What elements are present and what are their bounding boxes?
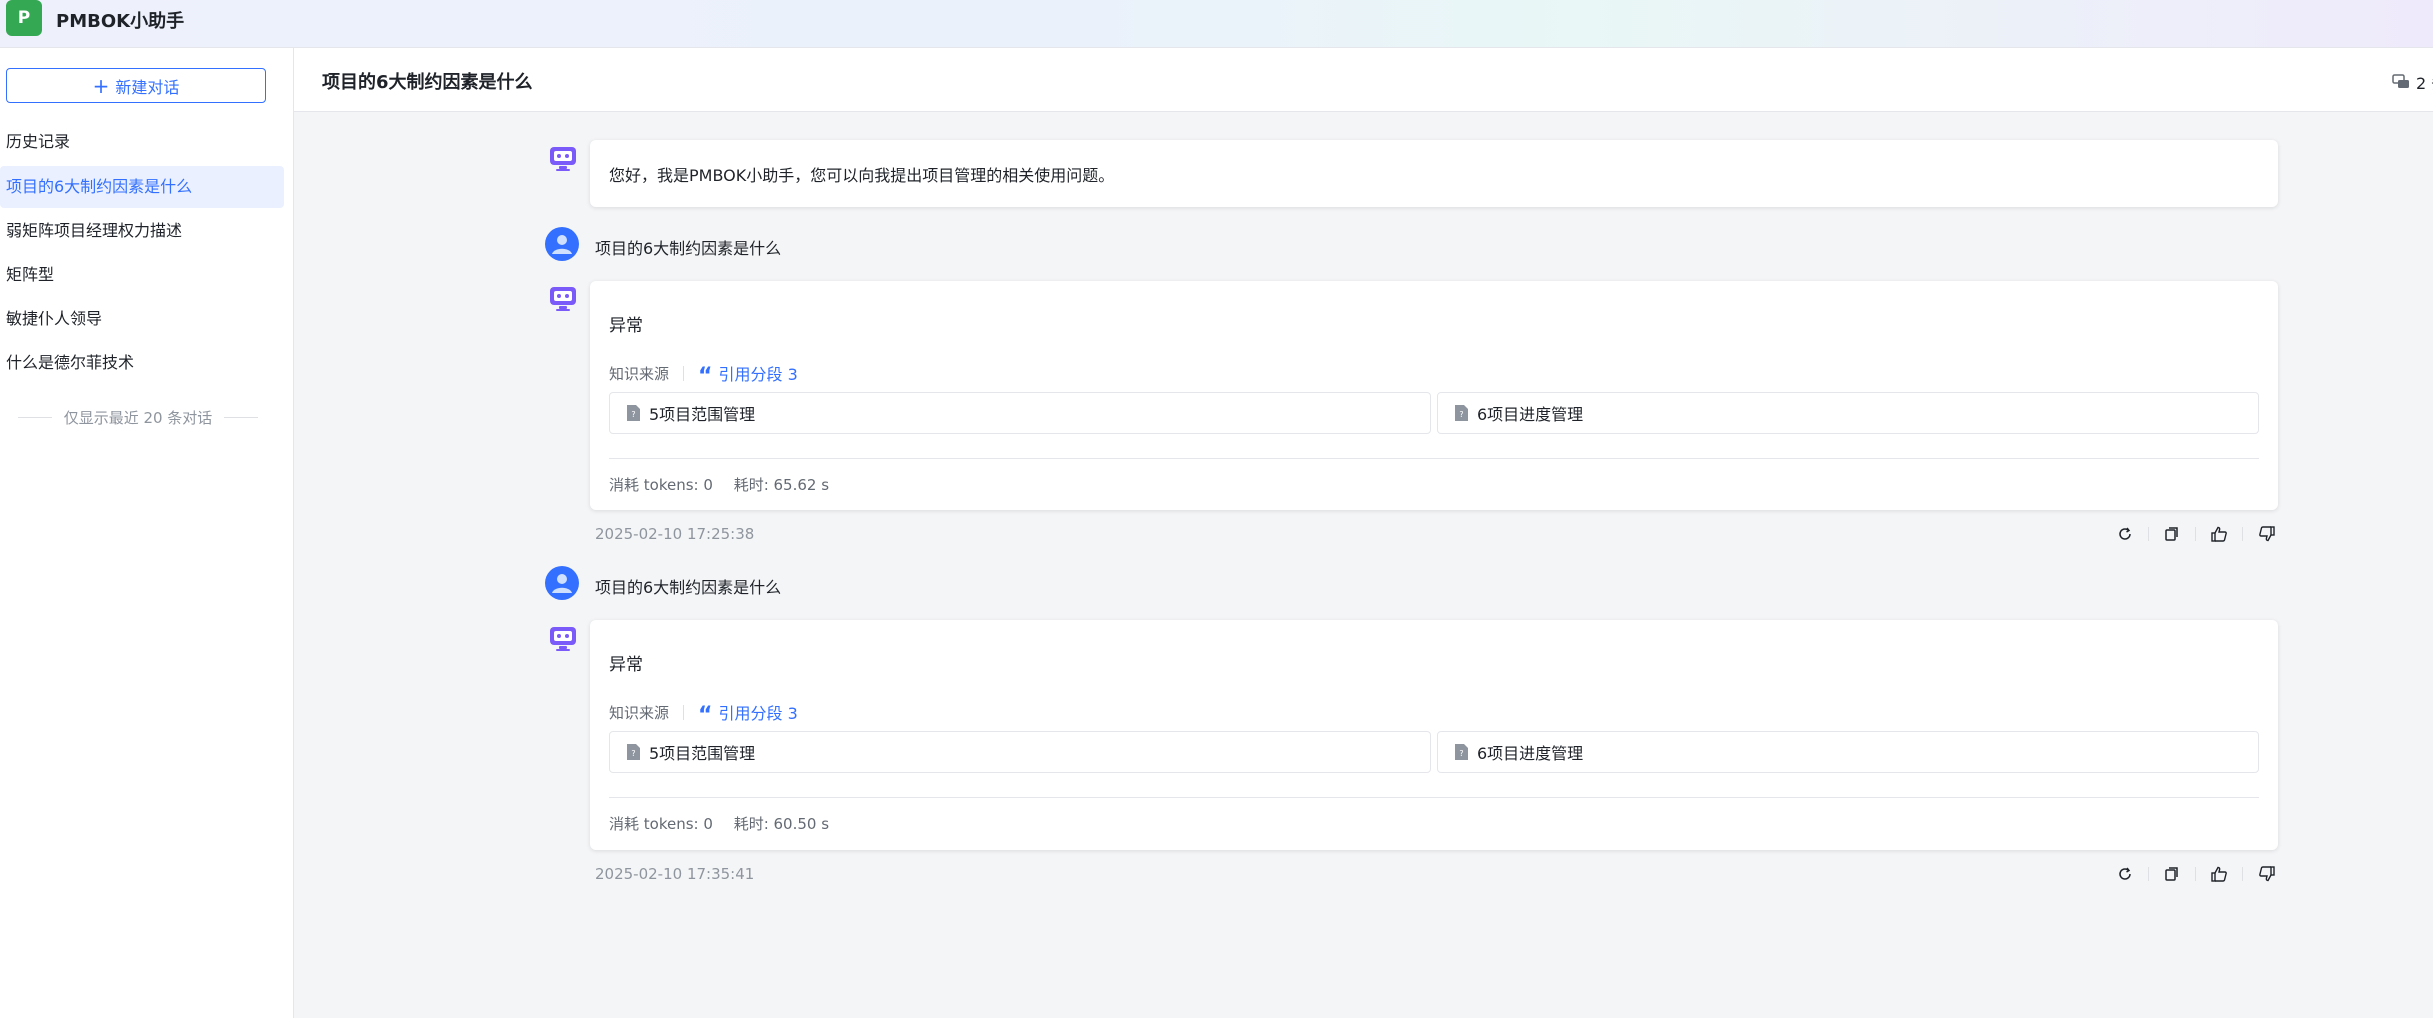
svg-text:?: ? (1459, 749, 1463, 758)
divider (609, 797, 2259, 798)
knowledge-source-row: 知识来源 “ 引用分段 3 (609, 361, 798, 389)
message-timestamp: 2025-02-10 17:35:41 (595, 865, 755, 883)
refresh-button[interactable] (2110, 862, 2140, 886)
dislike-button[interactable] (2251, 522, 2281, 546)
svg-text:?: ? (1459, 410, 1463, 419)
document-icon: ? (627, 744, 640, 760)
duration: 耗时: 65.62 s (733, 476, 830, 494)
history-list: 项目的6大制约因素是什么 弱矩阵项目经理权力描述 矩阵型 敏捷仆人领导 什么是德… (0, 166, 294, 386)
divider (2148, 527, 2149, 541)
token-count: 消耗 tokens: 0 (609, 476, 713, 494)
document-icon: ? (1455, 744, 1468, 760)
app-logo: P (6, 0, 42, 36)
message-count: 2 条 (2392, 70, 2433, 94)
thumbs-down-icon (2258, 526, 2275, 542)
divider (2195, 527, 2196, 541)
like-button[interactable] (2204, 522, 2234, 546)
history-item[interactable]: 项目的6大制约因素是什么 (0, 166, 284, 208)
divider (683, 365, 685, 381)
bot-answer-card: 异常 知识来源 “ 引用分段 3 ? 5项目范围管理 ? 6项目进度管理 消耗 … (590, 620, 2278, 850)
copy-button[interactable] (2157, 522, 2187, 546)
source-label: 知识来源 (609, 703, 670, 722)
chat-title: 项目的6大制约因素是什么 (322, 72, 533, 93)
robot-icon (548, 624, 578, 654)
top-bar: P PMBOK小助手 (0, 0, 2433, 48)
history-footer: 仅显示最近 20 条对话 (18, 407, 258, 428)
quote-icon: “ (698, 703, 713, 728)
robot-icon (548, 144, 578, 174)
history-item[interactable]: 什么是德尔菲技术 (0, 342, 284, 384)
svg-text:?: ? (631, 749, 635, 758)
greeting-text: 您好，我是PMBOK小助手，您可以向我提出项目管理的相关使用问题。 (609, 166, 1115, 185)
divider (18, 417, 52, 418)
refresh-icon (2119, 867, 2131, 880)
document-icon: ? (1455, 405, 1468, 421)
history-item[interactable]: 弱矩阵项目经理权力描述 (0, 210, 284, 252)
user-question: 项目的6大制约因素是什么 (595, 578, 782, 597)
divider (224, 417, 258, 418)
source-doc-name: 5项目范围管理 (649, 405, 756, 424)
token-count: 消耗 tokens: 0 (609, 815, 713, 833)
like-button[interactable] (2204, 862, 2234, 886)
svg-text:?: ? (631, 410, 635, 419)
source-doc[interactable]: ? 5项目范围管理 (609, 731, 1431, 773)
app-title: PMBOK小助手 (56, 11, 185, 32)
new-chat-label: 新建对话 (115, 77, 180, 97)
copy-icon (2165, 867, 2178, 881)
bot-message-card: 您好，我是PMBOK小助手，您可以向我提出项目管理的相关使用问题。 (590, 140, 2278, 207)
duration: 耗时: 60.50 s (733, 815, 830, 833)
robot-icon (548, 284, 578, 314)
divider (683, 704, 685, 720)
source-doc-name: 5项目范围管理 (649, 744, 756, 763)
quote-link[interactable]: “ 引用分段 3 (698, 700, 798, 728)
history-footer-note: 仅显示最近 20 条对话 (63, 409, 213, 427)
knowledge-source-row: 知识来源 “ 引用分段 3 (609, 700, 798, 728)
history-item[interactable]: 敏捷仆人领导 (0, 298, 284, 340)
plus-icon: + (92, 73, 110, 98)
quote-label: 引用分段 3 (718, 365, 798, 384)
document-icon: ? (627, 405, 640, 421)
thumbs-down-icon (2258, 866, 2275, 882)
source-doc-name: 6项目进度管理 (1477, 405, 1584, 424)
answer-stats: 消耗 tokens: 0 耗时: 60.50 s (609, 813, 845, 834)
thumbs-up-icon (2210, 526, 2227, 542)
source-doc-name: 6项目进度管理 (1477, 744, 1584, 763)
chat-header: 项目的6大制约因素是什么 2 条 (294, 48, 2433, 112)
refresh-icon (2119, 527, 2131, 540)
divider (2195, 867, 2196, 881)
history-item[interactable]: 矩阵型 (0, 254, 284, 296)
history-title: 历史记录 (6, 132, 71, 151)
divider (2148, 867, 2149, 881)
message-actions (2110, 522, 2281, 546)
sidebar: + 新建对话 历史记录 项目的6大制约因素是什么 弱矩阵项目经理权力描述 矩阵型… (0, 48, 294, 1018)
source-label: 知识来源 (609, 364, 670, 383)
message-count-text: 2 条 (2416, 74, 2433, 93)
divider (609, 458, 2259, 459)
new-chat-button[interactable]: + 新建对话 (6, 68, 266, 103)
copy-button[interactable] (2157, 862, 2187, 886)
message-actions (2110, 862, 2281, 886)
refresh-button[interactable] (2110, 522, 2140, 546)
dislike-button[interactable] (2251, 862, 2281, 886)
answer-text: 异常 (609, 316, 643, 336)
divider (2242, 527, 2243, 541)
answer-text: 异常 (609, 655, 643, 675)
source-doc[interactable]: ? 6项目进度管理 (1437, 731, 2259, 773)
user-icon (545, 566, 579, 600)
user-icon (545, 227, 579, 261)
quote-label: 引用分段 3 (718, 704, 798, 723)
source-doc[interactable]: ? 5项目范围管理 (609, 392, 1431, 434)
source-doc[interactable]: ? 6项目进度管理 (1437, 392, 2259, 434)
message-timestamp: 2025-02-10 17:25:38 (595, 525, 755, 543)
divider (2242, 867, 2243, 881)
user-question: 项目的6大制约因素是什么 (595, 239, 782, 258)
answer-stats: 消耗 tokens: 0 耗时: 65.62 s (609, 474, 845, 495)
thumbs-up-icon (2210, 866, 2227, 882)
quote-icon: “ (698, 364, 713, 389)
copy-icon (2165, 527, 2178, 541)
quote-link[interactable]: “ 引用分段 3 (698, 361, 798, 389)
bot-answer-card: 异常 知识来源 “ 引用分段 3 ? 5项目范围管理 ? 6项目进度管理 消耗 … (590, 281, 2278, 510)
chat-bubbles-icon (2392, 74, 2409, 88)
